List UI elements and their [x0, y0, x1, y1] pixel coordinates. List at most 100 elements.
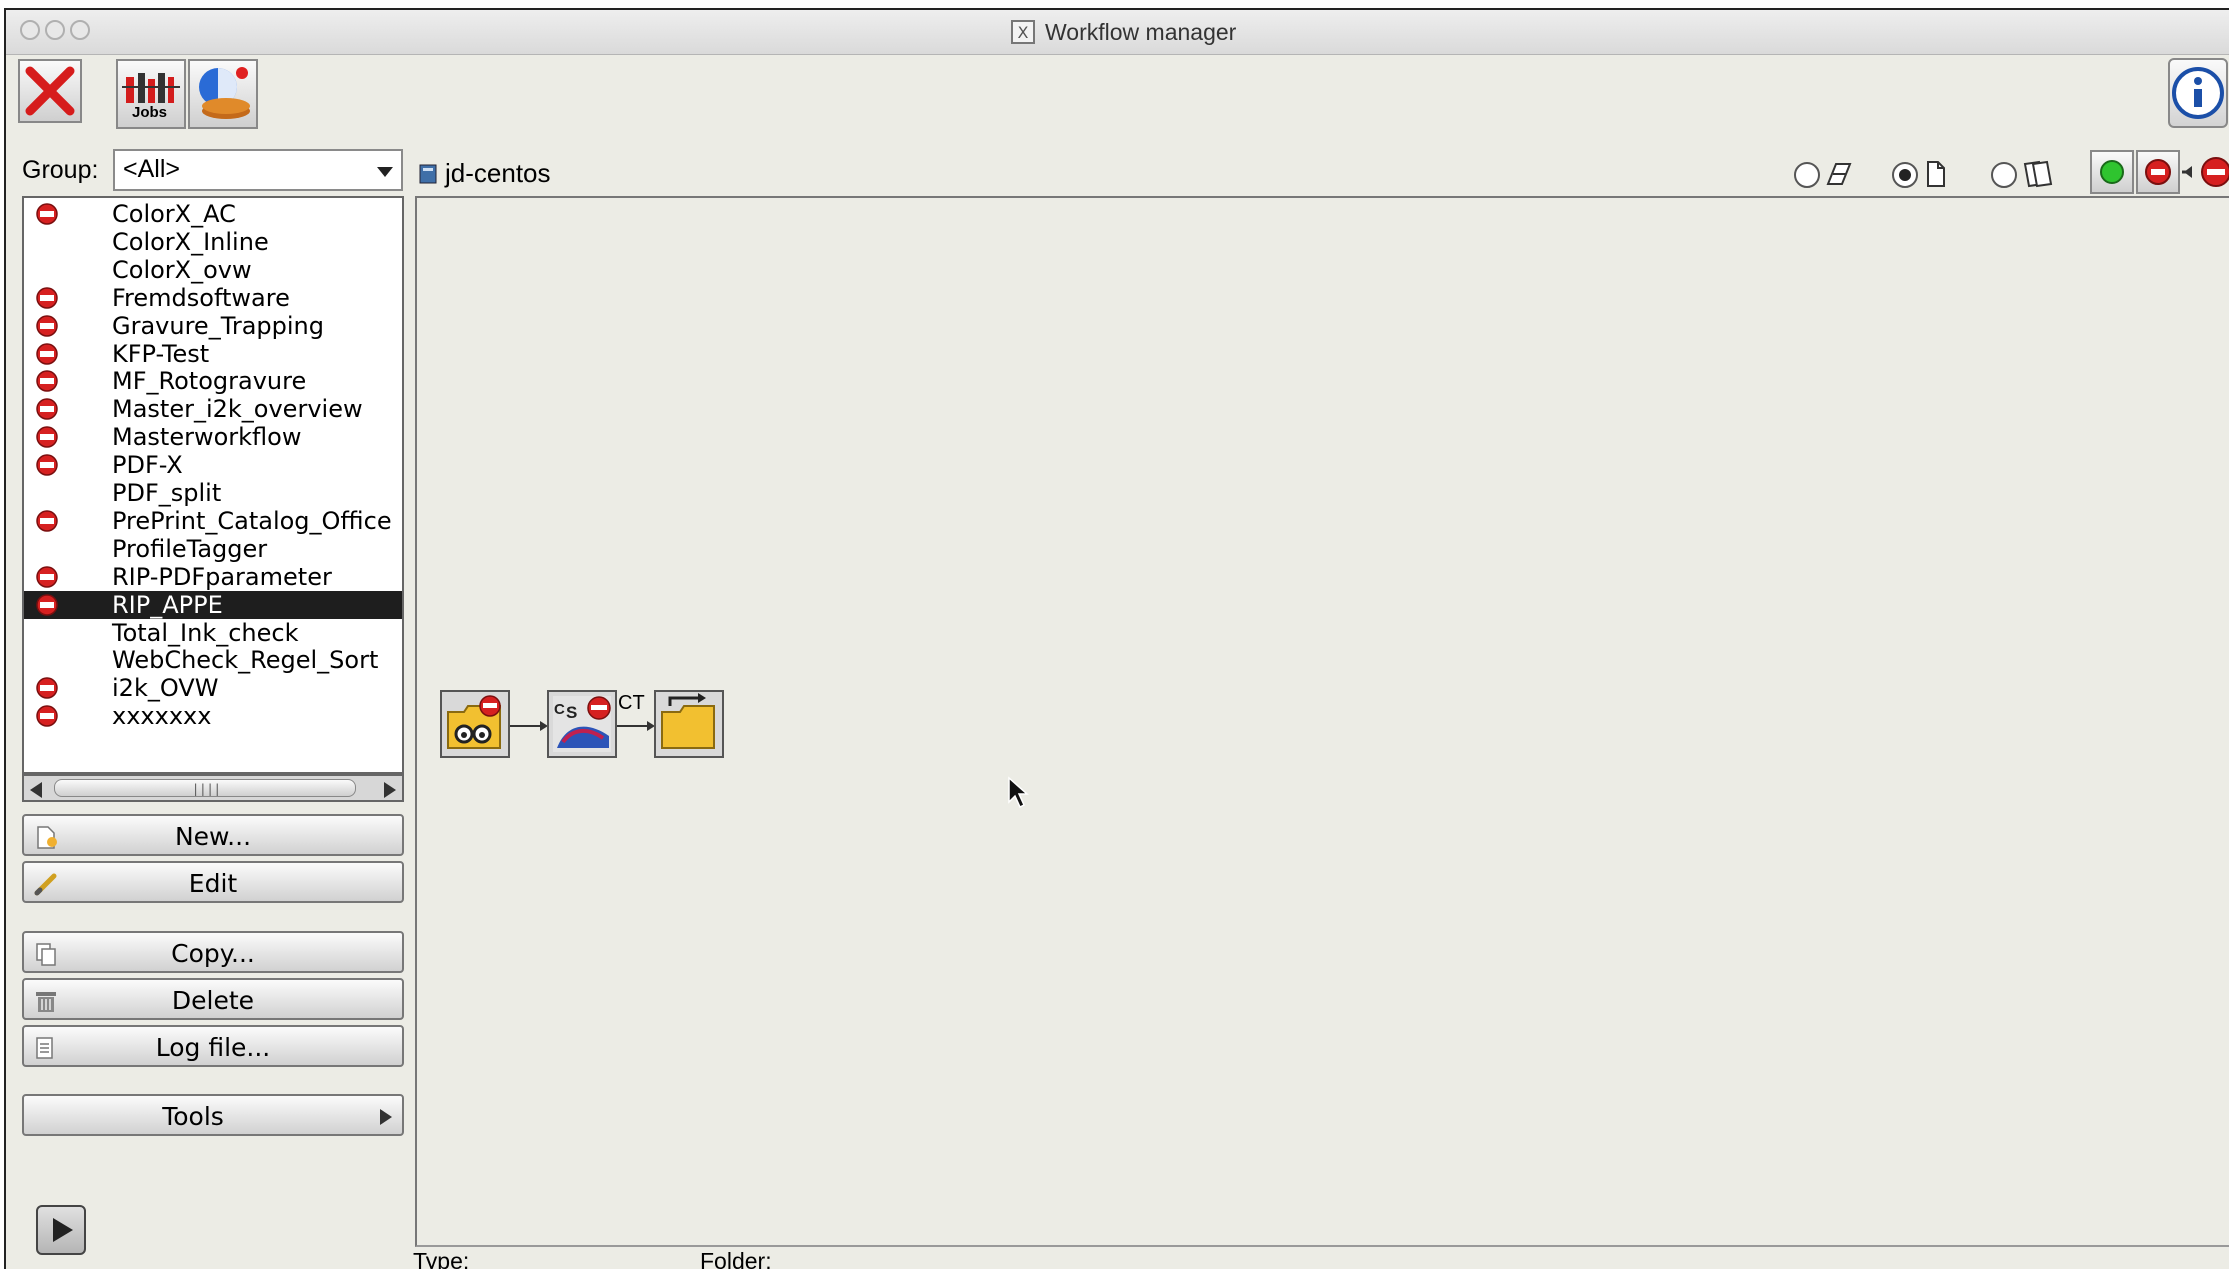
status-button[interactable]: [188, 59, 258, 129]
workflow-name: xxxxxxx: [112, 702, 212, 731]
svg-text:C: C: [554, 701, 565, 718]
connector-arrow-icon: [510, 721, 548, 731]
stop-sign-icon: [36, 426, 58, 448]
scroll-grip-icon: ||||: [192, 782, 221, 796]
hot-folder-node[interactable]: [440, 690, 510, 758]
connector-label: CT: [618, 692, 645, 714]
edit-button[interactable]: Edit: [22, 861, 404, 903]
group-select-value: <All>: [123, 155, 180, 183]
window-minimize-control[interactable]: [45, 20, 65, 40]
stop-button[interactable]: [2136, 150, 2180, 194]
workflow-name: ColorX_ovw: [112, 255, 252, 284]
server-icon: [419, 164, 437, 183]
scroll-left-icon[interactable]: [30, 782, 42, 798]
window-zoom-control[interactable]: [70, 20, 90, 40]
workflow-list-item[interactable]: ProfileTagger: [24, 535, 402, 563]
workflow-list-item[interactable]: MF_Rotogravure: [24, 367, 402, 396]
group-select[interactable]: <All>: [113, 149, 403, 191]
workflow-list-item[interactable]: KFP-Test: [24, 340, 402, 368]
horizontal-scrollbar[interactable]: ||||: [22, 774, 404, 802]
workflow-name: PDF-X: [112, 451, 183, 480]
document-icon: [1927, 161, 1945, 187]
submenu-arrow-icon: [380, 1109, 392, 1125]
info-icon: [2172, 67, 2224, 119]
workflow-list-item[interactable]: i2k_OVW: [24, 674, 402, 702]
play-button[interactable]: [36, 1205, 86, 1255]
copy-button-label: Copy...: [171, 939, 255, 968]
color-convert-icon: C S: [553, 696, 611, 752]
color-convert-node[interactable]: C S: [547, 690, 617, 758]
workflow-list-item[interactable]: ColorX_ovw: [24, 255, 402, 284]
stop-sign-icon: [36, 565, 58, 588]
workflow-list[interactable]: ColorX_AC ColorX_Inline ColorX_ovw Fremdsof…: [22, 196, 404, 774]
tools-button-label: Tools: [162, 1102, 224, 1131]
stop-sign-icon: [36, 454, 58, 476]
workflow-name: Master_i2k_overview: [112, 395, 363, 424]
type-label: Type:: [413, 1248, 470, 1269]
workflow-name: RIP_APPE: [112, 590, 223, 619]
new-button-label: New...: [174, 822, 252, 851]
stop-sign-icon: [36, 203, 58, 225]
workflow-canvas[interactable]: C S CT: [415, 196, 2229, 1247]
stop-after-icon[interactable]: [2182, 154, 2229, 190]
start-button[interactable]: [2090, 150, 2134, 194]
title-bar[interactable]: X Workflow manager: [6, 10, 2229, 55]
chevron-down-icon: [377, 167, 393, 177]
stop-sign-icon: [36, 370, 58, 393]
workflow-list-item[interactable]: Total_Ink_check: [24, 618, 402, 647]
svg-text:S: S: [566, 703, 577, 722]
tools-button[interactable]: Tools: [22, 1094, 404, 1136]
workflow-name: ColorX_Inline: [112, 227, 269, 256]
workflow-list-item[interactable]: Masterworkflow: [24, 423, 402, 452]
workflow-list-item[interactable]: ColorX_AC: [24, 200, 402, 228]
quit-button[interactable]: [18, 59, 82, 123]
workflow-list-item[interactable]: ColorX_Inline: [24, 227, 402, 256]
workflow-list-item[interactable]: WebCheck_Regel_Sort: [24, 646, 402, 675]
workflow-name: Fremdsoftware: [112, 283, 290, 312]
flow-view-icon: [1826, 163, 1852, 185]
mouse-cursor-icon: [1008, 776, 1029, 809]
log-file-button[interactable]: Log file...: [22, 1025, 404, 1067]
output-folder-node[interactable]: [654, 690, 724, 758]
jobs-button[interactable]: Jobs: [116, 59, 186, 129]
workflow-list-item[interactable]: PDF_split: [24, 479, 402, 507]
workflow-name: PDF_split: [112, 479, 222, 507]
folder-label: Folder:: [700, 1248, 772, 1269]
workflow-list-item[interactable]: xxxxxxx: [24, 702, 402, 731]
group-label: Group:: [22, 156, 99, 184]
workflow-manager-window: X Workflow manager Jobs Group: <All> jd-…: [4, 8, 2229, 1269]
workflow-list-item[interactable]: Gravure_Trapping: [24, 312, 402, 340]
folder-icon: [661, 693, 715, 749]
log-file-button-label: Log file...: [155, 1033, 271, 1062]
status-globe-icon: [199, 67, 250, 119]
stop-sign-icon: [2145, 159, 2171, 185]
host-label: jd-centos: [417, 158, 551, 189]
workflow-name: MF_Rotogravure: [112, 367, 307, 396]
workflow-name: Total_Ink_check: [112, 618, 299, 647]
delete-button[interactable]: Delete: [22, 978, 404, 1020]
workflow-list-item[interactable]: Fremdsoftware: [24, 283, 402, 312]
workflow-name: Masterworkflow: [112, 423, 302, 452]
new-button[interactable]: New...: [22, 814, 404, 856]
x11-icon: X: [1011, 20, 1035, 44]
workflow-list-item[interactable]: RIP_APPE: [24, 590, 402, 619]
stop-sign-icon: [36, 677, 58, 700]
green-light-icon: [2100, 160, 2124, 184]
scroll-right-icon[interactable]: [384, 782, 396, 798]
stop-sign-icon: [36, 314, 58, 337]
copy-button[interactable]: Copy...: [22, 931, 404, 973]
view-radio-pages[interactable]: [1991, 162, 2017, 188]
stop-sign-icon: [36, 286, 58, 309]
workflow-list-item[interactable]: PrePrint_Catalog_Office: [24, 507, 402, 535]
workflow-name: WebCheck_Regel_Sort: [112, 646, 379, 675]
view-radio-document[interactable]: [1892, 162, 1918, 188]
workflow-list-item[interactable]: RIP-PDFparameter: [24, 563, 402, 591]
window-title: X Workflow manager: [1011, 17, 1236, 47]
workflow-list-item[interactable]: Master_i2k_overview: [24, 395, 402, 424]
info-button[interactable]: [2168, 58, 2228, 128]
workflow-list-item[interactable]: PDF-X: [24, 451, 402, 480]
view-radio-flow[interactable]: [1794, 162, 1820, 188]
stop-sign-icon: [36, 342, 58, 365]
window-close-control[interactable]: [20, 20, 40, 40]
pages-icon: [2023, 160, 2053, 188]
